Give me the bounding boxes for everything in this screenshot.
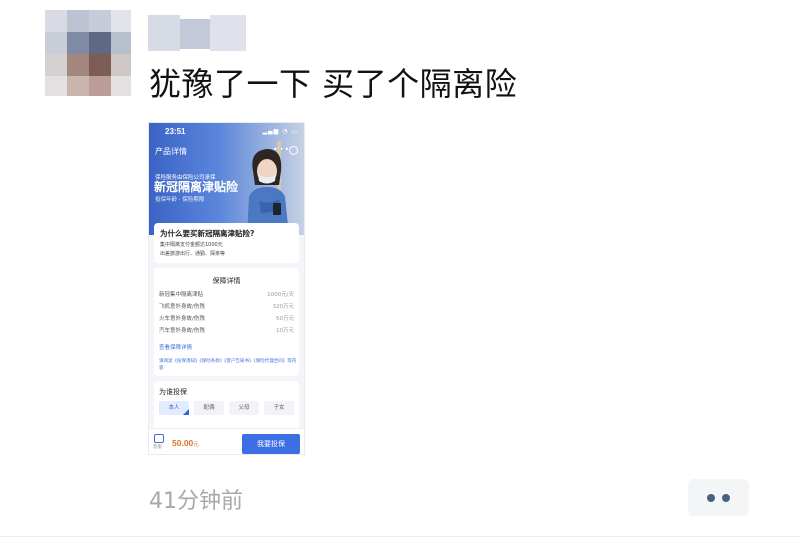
avatar-pixel: [89, 76, 111, 96]
nickname-pixel: [210, 15, 246, 51]
avatar-pixel: [45, 76, 67, 96]
banner-title: 新冠隔离津贴险: [154, 180, 239, 194]
coverage-terms-links: 请阅读《投保须知》《保险条款》《客户告知书》《保险代理合同》等内容: [159, 359, 297, 371]
coverage-row: 火车意外身故/伤残 50万元: [159, 314, 294, 323]
shared-screenshot[interactable]: 23:51 ▂▄▆ ◔ ▭ 产品详情 ••• 保险服务由保险公司承保 新冠隔离津…: [148, 122, 305, 455]
woman-with-mask-photo: [247, 141, 289, 235]
why-bullet: 集中隔离支付金额达1000元: [160, 242, 223, 248]
coverage-row: 飞机意外身故/伤残 320万元: [159, 302, 294, 311]
avatar-pixel: [45, 32, 67, 54]
avatar-pixel: [111, 32, 131, 54]
avatar-pixel: [89, 54, 111, 76]
price: 50.00元: [172, 438, 199, 448]
nickname-pixel: [148, 15, 180, 51]
divider: [0, 536, 800, 537]
page-title: 产品详情: [155, 147, 187, 156]
coverage-amount: 1000元/天: [267, 292, 294, 298]
relationship-option-spouse: 配偶: [194, 401, 224, 415]
avatar[interactable]: [45, 10, 131, 96]
avatar-pixel: [111, 54, 131, 76]
nickname-pixel: [180, 19, 210, 49]
avatar-pixel: [89, 10, 111, 32]
relationship-option-parents: 父母: [229, 401, 259, 415]
price-value: 50.00: [172, 438, 194, 448]
coverage-name: 飞机意外身故/伤残: [159, 304, 205, 310]
coverage-name: 新冠集中隔离津贴: [159, 292, 204, 298]
more-dots-icon: [722, 494, 730, 502]
coverage-name: 汽车意外身故/伤残: [159, 328, 205, 334]
insured-card: 为谁投保 本人 配偶 父母 子女: [154, 381, 299, 431]
post-timestamp: 41分钟前: [149, 489, 243, 514]
status-time: 23:51: [165, 127, 186, 136]
coverage-amount: 50万元: [276, 316, 294, 322]
coverage-row: 汽车意外身故/伤残 10万元: [159, 326, 294, 335]
coverage-amount: 10万元: [276, 328, 294, 334]
price-unit: 元: [193, 442, 199, 448]
nickname-blurred[interactable]: [148, 15, 248, 51]
coverage-card: 保障详情 新冠集中隔离津贴 1000元/天 飞机意外身故/伤残 320万元 火车…: [154, 268, 299, 376]
signal-wifi-battery-icon: ▂▄▆ ◔ ▭: [262, 128, 298, 135]
avatar-pixel: [67, 10, 89, 32]
why-buy-title: 为什么要买新冠隔离津贴险?: [160, 229, 255, 238]
why-bullet: 出差旅游出行、通勤、探亲等: [160, 251, 226, 257]
relationship-option-self: 本人: [159, 401, 189, 415]
coverage-name: 火车意外身故/伤残: [159, 316, 205, 322]
banner-subtitle: 投保年龄 · 保险期限: [155, 197, 205, 203]
buy-button: 我要投保: [242, 434, 300, 454]
customer-service-icon: [154, 434, 164, 443]
avatar-pixel: [45, 10, 67, 32]
post-text: 犹豫了一下 买了个隔离险: [149, 65, 518, 103]
more-dots-icon: [707, 494, 715, 502]
coverage-details-link: 查看保障详情: [159, 345, 193, 351]
avatar-pixel: [111, 10, 131, 32]
avatar-pixel: [111, 76, 131, 96]
insured-title: 为谁投保: [159, 388, 187, 396]
relationship-options: 本人 配偶 父母 子女: [159, 401, 294, 415]
coverage-amount: 320万元: [272, 304, 295, 310]
service-label: 客服: [153, 445, 162, 450]
avatar-pixel: [45, 54, 67, 76]
avatar-pixel: [67, 54, 89, 76]
why-buy-card: 为什么要买新冠隔离津贴险? 集中隔离支付金额达1000元 出差旅游出行、通勤、探…: [154, 223, 299, 263]
coverage-row: 新冠集中隔离津贴 1000元/天: [159, 290, 294, 299]
more-actions-button[interactable]: [688, 479, 749, 516]
purchase-bar: 客服 50.00元 我要投保: [149, 428, 304, 454]
coverage-title: 保障详情: [212, 277, 241, 285]
relationship-option-children: 子女: [264, 401, 294, 415]
avatar-pixel: [67, 32, 89, 54]
avatar-pixel: [67, 76, 89, 96]
avatar-pixel: [89, 32, 111, 54]
product-banner: 23:51 ▂▄▆ ◔ ▭ 产品详情 ••• 保险服务由保险公司承保 新冠隔离津…: [149, 123, 304, 235]
